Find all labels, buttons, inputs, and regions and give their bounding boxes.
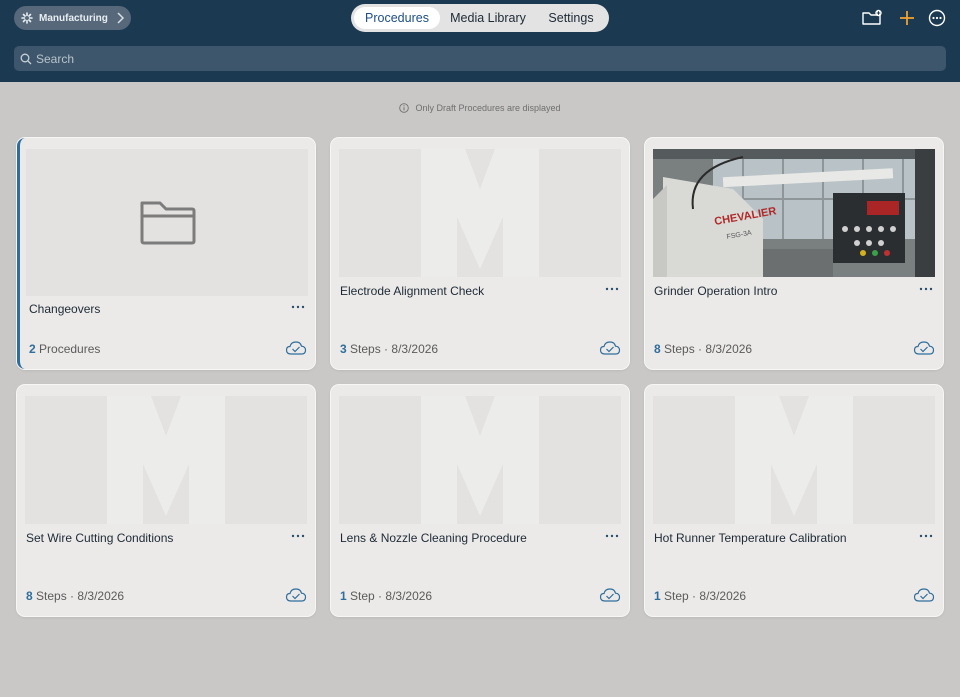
card-meta: 8 Steps · 8/3/2026 — [26, 589, 124, 603]
card-date: 8/3/2026 — [705, 342, 753, 356]
logo-watermark-icon — [421, 149, 539, 277]
procedure-card[interactable]: Set Wire Cutting Conditions 8 Steps · 8/… — [17, 385, 315, 616]
card-title: Changeovers — [29, 302, 101, 316]
card-meta: 1 Step · 8/3/2026 — [654, 589, 746, 603]
meta-separator: · — [374, 589, 386, 603]
tab-media-library[interactable]: Media Library — [442, 7, 534, 29]
gear-icon — [21, 12, 33, 24]
photo-thumbnail: CHEVALIER FSG-3A — [653, 149, 935, 277]
step-count: 1 — [340, 589, 347, 603]
logo-watermark-icon — [421, 396, 539, 524]
card-title: Hot Runner Temperature Calibration — [654, 531, 847, 545]
tab-settings[interactable]: Settings — [536, 7, 606, 29]
count-unit: Steps — [664, 342, 695, 356]
card-meta: 3 Steps · 8/3/2026 — [340, 342, 438, 356]
machine-photo: CHEVALIER FSG-3A — [653, 149, 935, 277]
card-title: Set Wire Cutting Conditions — [26, 531, 174, 545]
cloud-synced-icon — [913, 588, 935, 602]
card-date: 8/3/2026 — [391, 342, 439, 356]
search-icon — [20, 53, 32, 64]
more-options-icon[interactable] — [604, 284, 620, 294]
chevron-right-icon — [117, 12, 125, 24]
folder-icon — [140, 201, 196, 245]
card-date: 8/3/2026 — [699, 589, 747, 603]
folder-add-icon[interactable] — [861, 8, 883, 28]
step-count: 8 — [654, 342, 661, 356]
top-bar: Manufacturing Procedures Media Library S… — [0, 0, 960, 82]
section-tabs: Procedures Media Library Settings — [351, 4, 609, 32]
more-options-icon[interactable] — [918, 284, 934, 294]
meta-separator: · — [694, 342, 706, 356]
procedure-card[interactable]: Electrode Alignment Check 3 Steps · 8/3/… — [331, 138, 629, 369]
placeholder-thumbnail — [25, 396, 307, 524]
procedure-count: 2 — [29, 342, 36, 356]
more-options-icon[interactable] — [918, 531, 934, 541]
cloud-synced-icon — [599, 588, 621, 602]
placeholder-thumbnail — [653, 396, 935, 524]
card-date: 8/3/2026 — [77, 589, 125, 603]
tab-procedures[interactable]: Procedures — [354, 7, 440, 29]
logo-watermark-icon — [107, 396, 225, 524]
count-unit: Step — [350, 589, 375, 603]
placeholder-thumbnail — [339, 396, 621, 524]
more-circle-icon[interactable] — [927, 8, 949, 28]
card-meta: 8 Steps · 8/3/2026 — [654, 342, 752, 356]
procedure-card[interactable]: Hot Runner Temperature Calibration 1 Ste… — [645, 385, 943, 616]
step-count: 1 — [654, 589, 661, 603]
card-meta: 2 Procedures — [29, 342, 100, 356]
cloud-synced-icon — [599, 341, 621, 355]
count-unit: Steps — [36, 589, 67, 603]
count-unit: Step — [664, 589, 689, 603]
cloud-synced-icon — [285, 588, 307, 602]
card-title: Electrode Alignment Check — [340, 284, 485, 298]
procedure-card[interactable]: Lens & Nozzle Cleaning Procedure 1 Step … — [331, 385, 629, 616]
count-unit: Steps — [350, 342, 381, 356]
info-icon — [399, 103, 410, 113]
folder-thumbnail — [26, 149, 308, 296]
card-title: Lens & Nozzle Cleaning Procedure — [340, 531, 527, 545]
card-meta: 1 Step · 8/3/2026 — [340, 589, 432, 603]
workspace-selector[interactable]: Manufacturing — [14, 6, 131, 30]
workspace-name: Manufacturing — [39, 12, 108, 24]
notice-text: Only Draft Procedures are displayed — [415, 103, 561, 113]
draft-notice: Only Draft Procedures are displayed — [0, 103, 960, 113]
meta-separator: · — [66, 589, 78, 603]
meta-separator: · — [688, 589, 700, 603]
placeholder-thumbnail — [339, 149, 621, 277]
step-count: 8 — [26, 589, 33, 603]
search-input[interactable] — [36, 51, 916, 66]
card-date: 8/3/2026 — [385, 589, 433, 603]
card-title: Grinder Operation Intro — [654, 284, 778, 298]
more-options-icon[interactable] — [290, 302, 306, 312]
cloud-synced-icon — [913, 341, 935, 355]
more-options-icon[interactable] — [604, 531, 620, 541]
logo-watermark-icon — [735, 396, 853, 524]
plus-icon[interactable] — [896, 8, 918, 28]
folder-card[interactable]: Changeovers 2 Procedures — [17, 138, 315, 369]
count-unit: Procedures — [39, 342, 101, 356]
meta-separator: · — [380, 342, 392, 356]
step-count: 3 — [340, 342, 347, 356]
more-options-icon[interactable] — [290, 531, 306, 541]
cloud-synced-icon — [285, 341, 307, 355]
search-bar[interactable] — [14, 46, 946, 71]
procedure-card[interactable]: CHEVALIER FSG-3A Grinder Operation Intro… — [645, 138, 943, 369]
